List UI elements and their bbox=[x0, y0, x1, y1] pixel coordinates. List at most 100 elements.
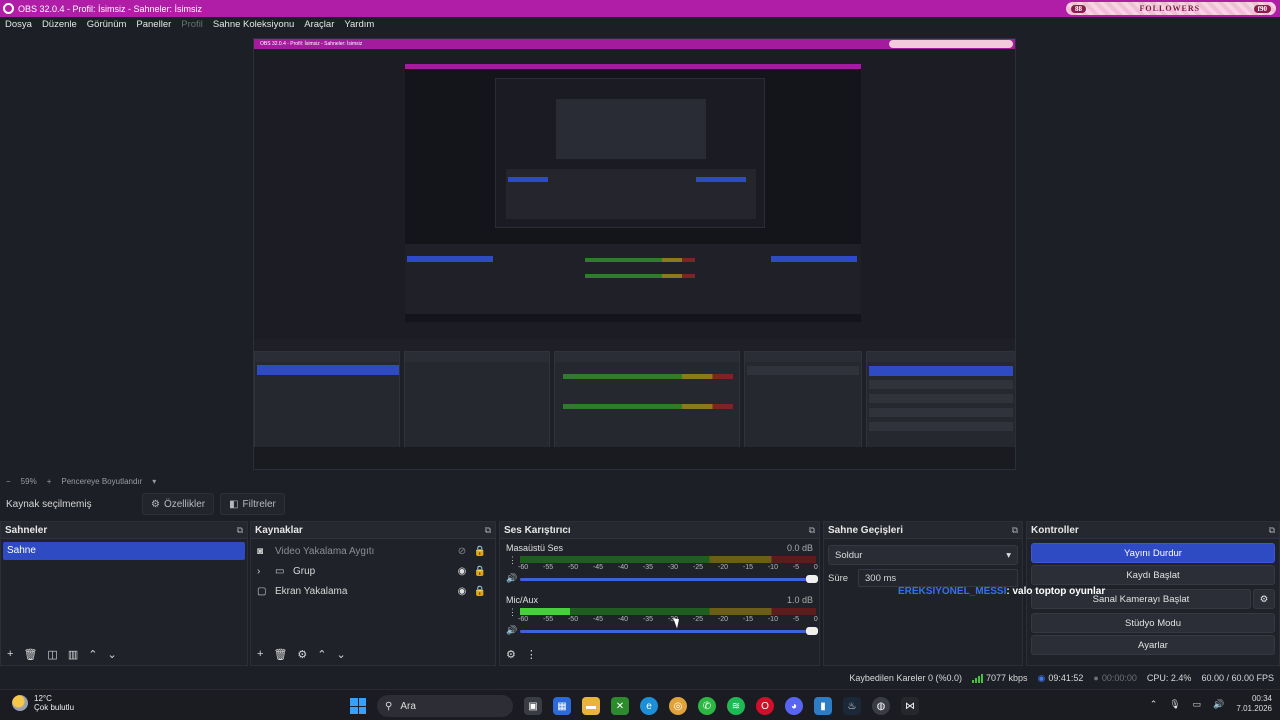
store-icon[interactable]: ▦ bbox=[553, 697, 571, 715]
expand-icon[interactable]: › bbox=[257, 566, 271, 577]
move-down-icon[interactable]: ⌄ bbox=[337, 648, 346, 661]
menu-scene-collection[interactable]: Sahne Koleksiyonu bbox=[208, 19, 299, 30]
advanced-audio-icon[interactable]: ⚙ bbox=[506, 648, 516, 661]
menu-profile[interactable]: Profil bbox=[176, 19, 208, 30]
menu-help[interactable]: Yardım bbox=[339, 19, 379, 30]
move-up-icon[interactable]: ⌃ bbox=[88, 648, 97, 661]
capcut-icon[interactable]: ⋈ bbox=[901, 697, 919, 715]
gear-icon: ⚙ bbox=[151, 498, 160, 510]
menu-file[interactable]: Dosya bbox=[0, 19, 37, 30]
dock-float-icon[interactable]: ⧉ bbox=[1269, 525, 1275, 536]
edge-icon[interactable]: e bbox=[640, 697, 658, 715]
remove-source-icon[interactable]: 🗑 bbox=[273, 648, 287, 661]
volume-icon[interactable]: 🔊 bbox=[506, 573, 517, 584]
followers-label: FOLLOWERS bbox=[1139, 4, 1201, 13]
zoom-out-button[interactable]: − bbox=[6, 477, 11, 486]
source-item[interactable]: › ▭ Grup ◉ 🔒 bbox=[251, 561, 495, 581]
transition-select[interactable]: Soldur ▾ bbox=[828, 545, 1018, 565]
dock-float-icon[interactable]: ⧉ bbox=[485, 525, 491, 536]
lock-icon[interactable]: 🔒 bbox=[471, 586, 489, 597]
start-icon[interactable] bbox=[350, 698, 366, 714]
search-label: Ara bbox=[400, 700, 416, 712]
virtual-camera-settings-icon[interactable]: ⚙ bbox=[1253, 589, 1275, 609]
zoom-value[interactable]: 59% bbox=[21, 477, 37, 486]
steam-icon[interactable]: ♨ bbox=[843, 697, 861, 715]
volume-knob[interactable] bbox=[806, 575, 818, 583]
preview-canvas[interactable]: OBS 32.0.4 - Profil: İsimsiz - Sahneler:… bbox=[253, 38, 1016, 470]
taskbar-search[interactable]: ⚲ Ara bbox=[377, 695, 513, 717]
mixer-menu-icon[interactable]: ⋮ bbox=[526, 648, 537, 661]
source-name: Video Yakalama Aygıtı bbox=[275, 545, 375, 557]
discord-icon[interactable]: ◕ bbox=[785, 697, 803, 715]
tray-chevron-icon[interactable]: ⌃ bbox=[1150, 699, 1158, 710]
office-icon[interactable]: ▮ bbox=[814, 697, 832, 715]
move-down-icon[interactable]: ⌄ bbox=[107, 648, 116, 661]
move-up-icon[interactable]: ⌃ bbox=[317, 648, 326, 661]
whatsapp-icon[interactable]: ✆ bbox=[698, 697, 716, 715]
zoom-in-button[interactable]: + bbox=[47, 477, 52, 486]
source-props-icon[interactable]: ⚙ bbox=[297, 648, 307, 661]
clock[interactable]: 00:34 7.01.2026 bbox=[1236, 694, 1272, 714]
source-item[interactable]: ▢ Ekran Yakalama ◉ 🔒 bbox=[251, 581, 495, 601]
zoom-mode[interactable]: Pencereye Boyutlandır bbox=[61, 477, 142, 486]
visibility-icon[interactable]: ◉ bbox=[453, 566, 471, 577]
zoom-dropdown-icon[interactable]: ▾ bbox=[152, 477, 156, 486]
sources-title: Kaynaklar bbox=[255, 524, 303, 536]
preview-nested-titlebar: OBS 32.0.4 - Profil: İsimsiz - Sahneler:… bbox=[254, 39, 1015, 49]
spotify-icon[interactable]: ≋ bbox=[727, 697, 745, 715]
filters-button[interactable]: ◧ Filtreler bbox=[220, 493, 285, 515]
dock-float-icon[interactable]: ⧉ bbox=[809, 525, 815, 536]
volume-slider[interactable] bbox=[520, 575, 818, 583]
menu-edit[interactable]: Düzenle bbox=[37, 19, 82, 30]
window-title: OBS 32.0.4 - Profil: İsimsiz - Sahneler:… bbox=[18, 3, 203, 14]
add-source-icon[interactable]: + bbox=[257, 648, 263, 660]
source-item[interactable]: ◙ Video Yakalama Aygıtı ⊘ 🔒 bbox=[251, 541, 495, 561]
scene-props-icon[interactable]: ▥ bbox=[68, 648, 78, 661]
visibility-hidden-icon[interactable]: ⊘ bbox=[453, 546, 471, 557]
preview-nested-title: OBS 32.0.4 - Profil: İsimsiz - Sahneler:… bbox=[260, 41, 363, 47]
time: 00:34 bbox=[1251, 694, 1272, 703]
duration-input[interactable]: 300 ms bbox=[858, 569, 1018, 587]
scene-filters-icon[interactable]: ◫ bbox=[47, 648, 57, 661]
weather-widget[interactable]: 12°C Çok bulutlu bbox=[12, 694, 74, 712]
menu-tools[interactable]: Araçlar bbox=[299, 19, 339, 30]
audio-mixer-dock: Ses Karıştırıcı ⧉ Masaüstü Ses 0.0 dB ⋮ … bbox=[499, 521, 820, 666]
scene-item[interactable]: Sahne bbox=[3, 542, 245, 560]
settings-button[interactable]: Ayarlar bbox=[1031, 635, 1275, 655]
properties-button[interactable]: ⚙ Özellikler bbox=[142, 493, 215, 515]
xbox-icon[interactable]: ✕ bbox=[611, 697, 629, 715]
menu-docks[interactable]: Paneller bbox=[131, 19, 176, 30]
task-view-icon[interactable]: ▣ bbox=[524, 697, 542, 715]
add-scene-icon[interactable]: + bbox=[7, 648, 13, 660]
volume-icon[interactable]: 🔊 bbox=[1213, 699, 1224, 710]
visibility-icon[interactable]: ◉ bbox=[453, 586, 471, 597]
meter-tick: -30 bbox=[667, 564, 679, 571]
dock-float-icon[interactable]: ⧉ bbox=[237, 525, 243, 536]
menu-view[interactable]: Görünüm bbox=[82, 19, 132, 30]
meter-tick: 0 bbox=[813, 564, 818, 571]
channel-menu-icon[interactable]: ⋮ bbox=[508, 555, 517, 566]
volume-knob[interactable] bbox=[806, 627, 818, 635]
lock-icon[interactable]: 🔒 bbox=[471, 546, 489, 557]
network-icon[interactable]: ▭ bbox=[1193, 699, 1202, 710]
studio-mode-button[interactable]: Stüdyo Modu bbox=[1031, 613, 1275, 633]
chrome-icon[interactable]: ◎ bbox=[669, 697, 687, 715]
mixer-channel: Mic/Aux 1.0 dB ⋮ -60 -55 -50 -45 -40 -35 -30 -2… bbox=[500, 591, 819, 643]
meter-tick: -35 bbox=[642, 616, 654, 623]
file-explorer-icon[interactable]: ▬ bbox=[582, 697, 600, 715]
volume-icon[interactable]: 🔊 bbox=[506, 625, 517, 636]
transition-selected: Soldur bbox=[835, 549, 863, 561]
obs-taskbar-icon[interactable]: ◍ bbox=[872, 697, 890, 715]
volume-slider[interactable] bbox=[520, 627, 818, 635]
cpu-usage: CPU: 2.4% bbox=[1146, 673, 1192, 683]
mic-icon[interactable]: 🎙 bbox=[1169, 699, 1180, 710]
opera-icon[interactable]: O bbox=[756, 697, 774, 715]
channel-menu-icon[interactable]: ⋮ bbox=[508, 607, 517, 618]
controls-title: Kontroller bbox=[1031, 524, 1079, 536]
stop-streaming-button[interactable]: Yayını Durdur bbox=[1031, 543, 1275, 563]
lock-icon[interactable]: 🔒 bbox=[471, 566, 489, 577]
remove-scene-icon[interactable]: 🗑 bbox=[23, 648, 37, 661]
start-recording-button[interactable]: Kaydı Başlat bbox=[1031, 565, 1275, 585]
chat-username: EREKSIYONEL_MESSI bbox=[898, 586, 1007, 597]
dock-float-icon[interactable]: ⧉ bbox=[1012, 525, 1018, 536]
